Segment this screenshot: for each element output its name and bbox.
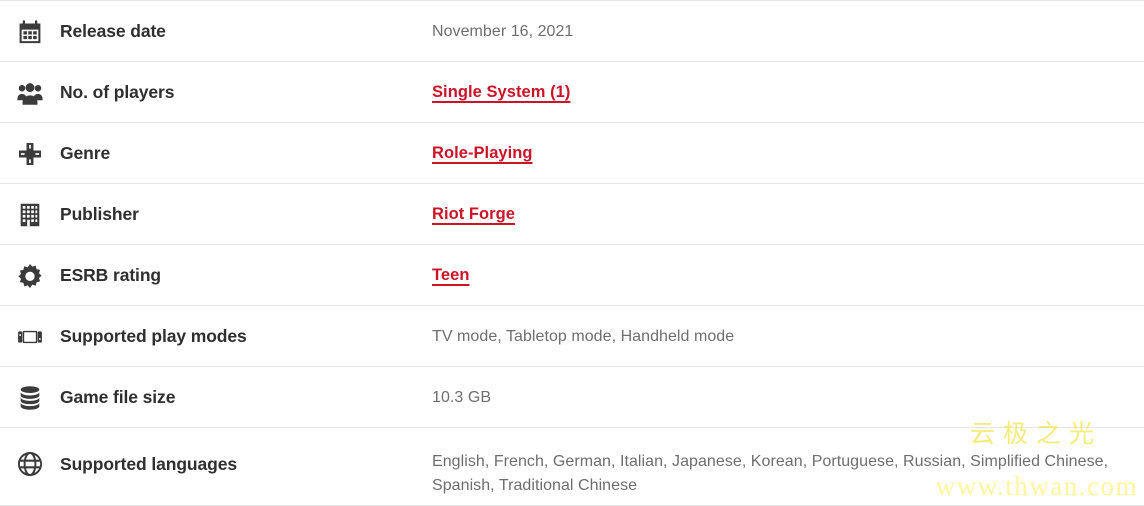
gear-icon — [0, 245, 60, 306]
calendar-icon — [0, 1, 60, 62]
table-row: Game file size 10.3 GB — [0, 367, 1144, 428]
spec-value-link[interactable]: Single System (1) — [432, 83, 570, 101]
players-group-icon — [0, 62, 60, 123]
spec-value: Single System (1) — [432, 62, 1144, 123]
spec-value: 10.3 GB — [432, 389, 492, 406]
table-row: ESRB rating Teen — [0, 245, 1144, 306]
spec-label: Publisher — [60, 204, 139, 224]
table-row: Publisher Riot Forge — [0, 184, 1144, 245]
switch-console-icon — [0, 306, 60, 367]
spec-label: Genre — [60, 143, 111, 163]
spec-label: Game file size — [60, 387, 176, 407]
game-spec-table: Release date November 16, 2021 No. of play… — [0, 0, 1144, 506]
spec-value-link[interactable]: Teen — [432, 266, 470, 284]
spec-label: Release date — [60, 21, 166, 41]
spec-value-link[interactable]: Riot Forge — [432, 205, 515, 223]
spec-value: November 16, 2021 — [432, 23, 574, 40]
globe-icon — [0, 428, 60, 500]
table-row: Supported languages English, French, Germ… — [0, 428, 1144, 506]
table-row: Genre Role-Playing — [0, 123, 1144, 184]
spec-value: Riot Forge — [432, 184, 1144, 245]
spec-label: No. of players — [60, 82, 175, 102]
spec-value-link[interactable]: Role-Playing — [432, 144, 533, 162]
database-icon — [0, 367, 60, 428]
spec-label: Supported play modes — [60, 326, 247, 346]
spec-value: English, French, German, Italian, Japane… — [432, 453, 1109, 494]
spec-label: Supported languages — [60, 454, 238, 474]
table-row: Supported play modes TV mode, Tabletop mo… — [0, 306, 1144, 367]
spec-label: ESRB rating — [60, 265, 161, 285]
spec-value: Role-Playing — [432, 123, 1144, 184]
dpad-icon — [0, 123, 60, 184]
spec-value: Teen — [432, 245, 1144, 306]
spec-value: TV mode, Tabletop mode, Handheld mode — [432, 328, 735, 345]
table-row: No. of players Single System (1) — [0, 62, 1144, 123]
table-row: Release date November 16, 2021 — [0, 1, 1144, 62]
building-icon — [0, 184, 60, 245]
